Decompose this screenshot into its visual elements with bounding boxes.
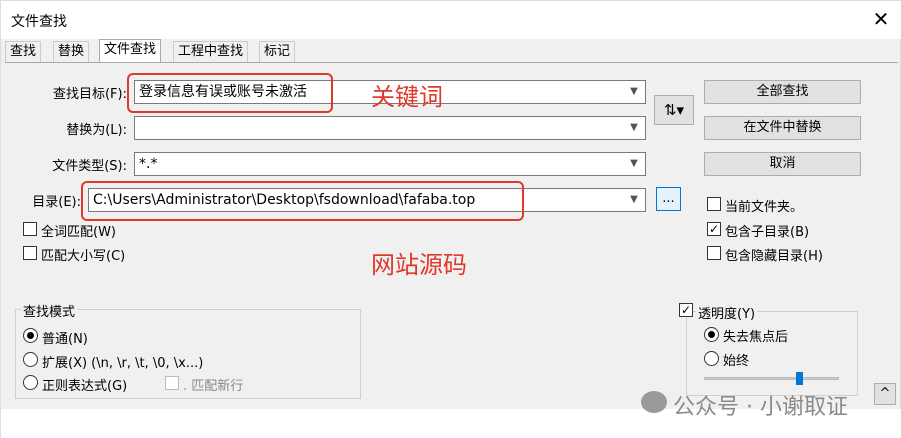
always-radio[interactable]	[704, 351, 719, 366]
cancel-button[interactable]: 取消	[704, 152, 861, 176]
hidden-dirs-label: 包含隐藏目录(H)	[725, 249, 823, 264]
whole-word-checkbox[interactable]	[23, 222, 37, 236]
file-search-dialog: 文件查找 ✕ 查找 替换 文件查找 工程中查找 标记 查找目标(F): 登录信息…	[0, 0, 901, 438]
tab-mark[interactable]: 标记	[259, 41, 296, 63]
filetype-input-value: *.*	[139, 156, 158, 172]
transparency-checkbox[interactable]: ✓	[679, 303, 693, 317]
always-label: 始终	[723, 354, 750, 369]
match-newline-checkbox[interactable]	[165, 376, 179, 390]
chevron-down-icon[interactable]: ▼	[627, 153, 641, 175]
source-annotation: 网站源码	[371, 251, 467, 279]
window-title: 文件查找	[11, 14, 67, 30]
mode-extended-radio[interactable]	[23, 352, 38, 367]
chevron-down-icon[interactable]: ▼	[627, 117, 641, 139]
close-icon[interactable]: ✕	[869, 7, 893, 31]
replace-input[interactable]: ▼	[134, 116, 646, 140]
find-all-button[interactable]: 全部查找	[704, 80, 861, 104]
transparency-label: 透明度(Y)	[696, 303, 758, 322]
tab-find-in-files[interactable]: 文件查找	[99, 39, 162, 63]
on-lose-focus-radio[interactable]	[704, 327, 719, 342]
current-folder-label: 当前文件夹。	[725, 200, 804, 215]
whole-word-label: 全词匹配(W)	[41, 225, 116, 240]
collapse-button[interactable]: ^	[874, 383, 896, 405]
swap-button[interactable]: ⇅▾	[654, 95, 694, 125]
filetype-input[interactable]: *.* ▼	[134, 152, 646, 176]
mode-normal-label: 普通(N)	[42, 332, 88, 347]
mode-extended-label: 扩展(X) (\n, \r, \t, \0, \x...)	[42, 356, 204, 371]
watermark-text: 公众号 · 小谢取证	[673, 395, 848, 420]
keyword-annotation: 关键词	[371, 83, 443, 111]
match-newline-label: . 匹配新行	[183, 379, 244, 394]
tab-find-in-project[interactable]: 工程中查找	[173, 41, 249, 63]
mode-normal-radio[interactable]	[23, 328, 38, 343]
find-label: 查找目标(F):	[52, 87, 127, 102]
transparency-slider-track[interactable]	[704, 377, 839, 380]
mode-regex-label: 正则表达式(G)	[42, 379, 128, 394]
chevron-down-icon[interactable]: ▼	[627, 81, 641, 103]
replace-in-files-button[interactable]: 在文件中替换	[704, 116, 861, 140]
search-mode-title: 查找模式	[21, 301, 78, 320]
source-highlight-box	[81, 181, 524, 221]
keyword-highlight-box	[127, 73, 333, 113]
wechat-icon	[641, 391, 667, 413]
subdirs-checkbox[interactable]: ✓	[707, 222, 721, 236]
mode-regex-radio[interactable]	[23, 375, 38, 390]
titlebar: 文件查找 ✕	[1, 1, 901, 39]
browse-button[interactable]: ...	[656, 187, 681, 211]
on-lose-focus-label: 失去焦点后	[723, 330, 789, 345]
current-folder-checkbox[interactable]	[707, 197, 721, 211]
tab-find[interactable]: 查找	[5, 41, 42, 63]
hidden-dirs-checkbox[interactable]	[707, 246, 721, 260]
transparency-slider-thumb[interactable]	[795, 372, 803, 385]
filetype-label: 文件类型(S):	[52, 159, 127, 174]
chevron-down-icon[interactable]: ▼	[627, 189, 641, 211]
replace-label: 替换为(L):	[66, 123, 127, 138]
match-case-checkbox[interactable]	[23, 246, 37, 260]
dir-label: 目录(E):	[32, 195, 81, 210]
subdirs-label: 包含子目录(B)	[725, 225, 810, 240]
match-case-label: 匹配大小写(C)	[41, 249, 126, 264]
tab-replace[interactable]: 替换	[53, 41, 90, 63]
